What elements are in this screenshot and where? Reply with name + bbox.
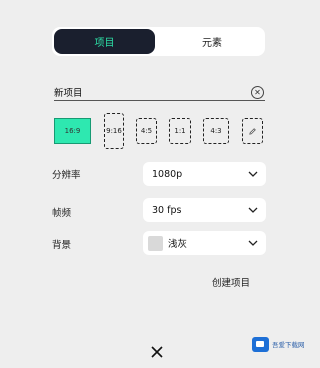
framerate-label: 帧频	[52, 208, 72, 219]
chevron-down-icon	[248, 207, 258, 213]
ratio-custom[interactable]	[242, 118, 263, 144]
tab-project[interactable]: 项目	[54, 29, 155, 54]
ratio-label: 16:9	[64, 127, 81, 135]
close-icon: ✕	[254, 87, 261, 97]
framerate-value: 30 fps	[152, 204, 182, 216]
clear-name-button[interactable]: ✕	[251, 86, 264, 99]
ratio-4-5[interactable]: 4:5	[136, 118, 157, 144]
create-project-button[interactable]: 创建项目	[212, 275, 250, 289]
framerate-select[interactable]: 30 fps	[143, 198, 266, 222]
project-name-input[interactable]	[54, 84, 250, 100]
ratio-1-1[interactable]: 1:1	[169, 118, 191, 144]
watermark-text: 吾爱下载网	[272, 341, 305, 349]
chevron-down-icon	[248, 240, 258, 246]
close-icon[interactable]	[149, 344, 165, 360]
name-underline	[54, 100, 265, 101]
color-swatch	[148, 235, 163, 251]
ratio-4-3[interactable]: 4:3	[203, 118, 229, 144]
ratio-label: 1:1	[174, 127, 186, 135]
watermark-logo-icon	[252, 336, 269, 352]
ratio-9-16[interactable]: 9:16	[104, 113, 124, 149]
watermark: 吾爱下载网	[252, 334, 314, 354]
ratio-label: 4:3	[210, 127, 222, 135]
ratio-16-9[interactable]: 16:9	[54, 118, 91, 144]
tab-elements[interactable]: 元素	[159, 27, 265, 56]
background-value: 浅灰	[168, 239, 188, 250]
background-label: 背景	[52, 240, 72, 251]
resolution-value: 1080p	[152, 168, 183, 180]
chevron-down-icon	[248, 171, 258, 177]
resolution-select[interactable]: 1080p	[143, 162, 266, 186]
tab-bar: 项目 元素	[52, 27, 265, 56]
ratio-label: 4:5	[140, 127, 153, 135]
ratio-label: 9:16	[106, 127, 122, 135]
background-select[interactable]: 浅灰	[143, 231, 266, 255]
edit-icon	[249, 127, 256, 135]
resolution-label: 分辨率	[52, 170, 81, 181]
